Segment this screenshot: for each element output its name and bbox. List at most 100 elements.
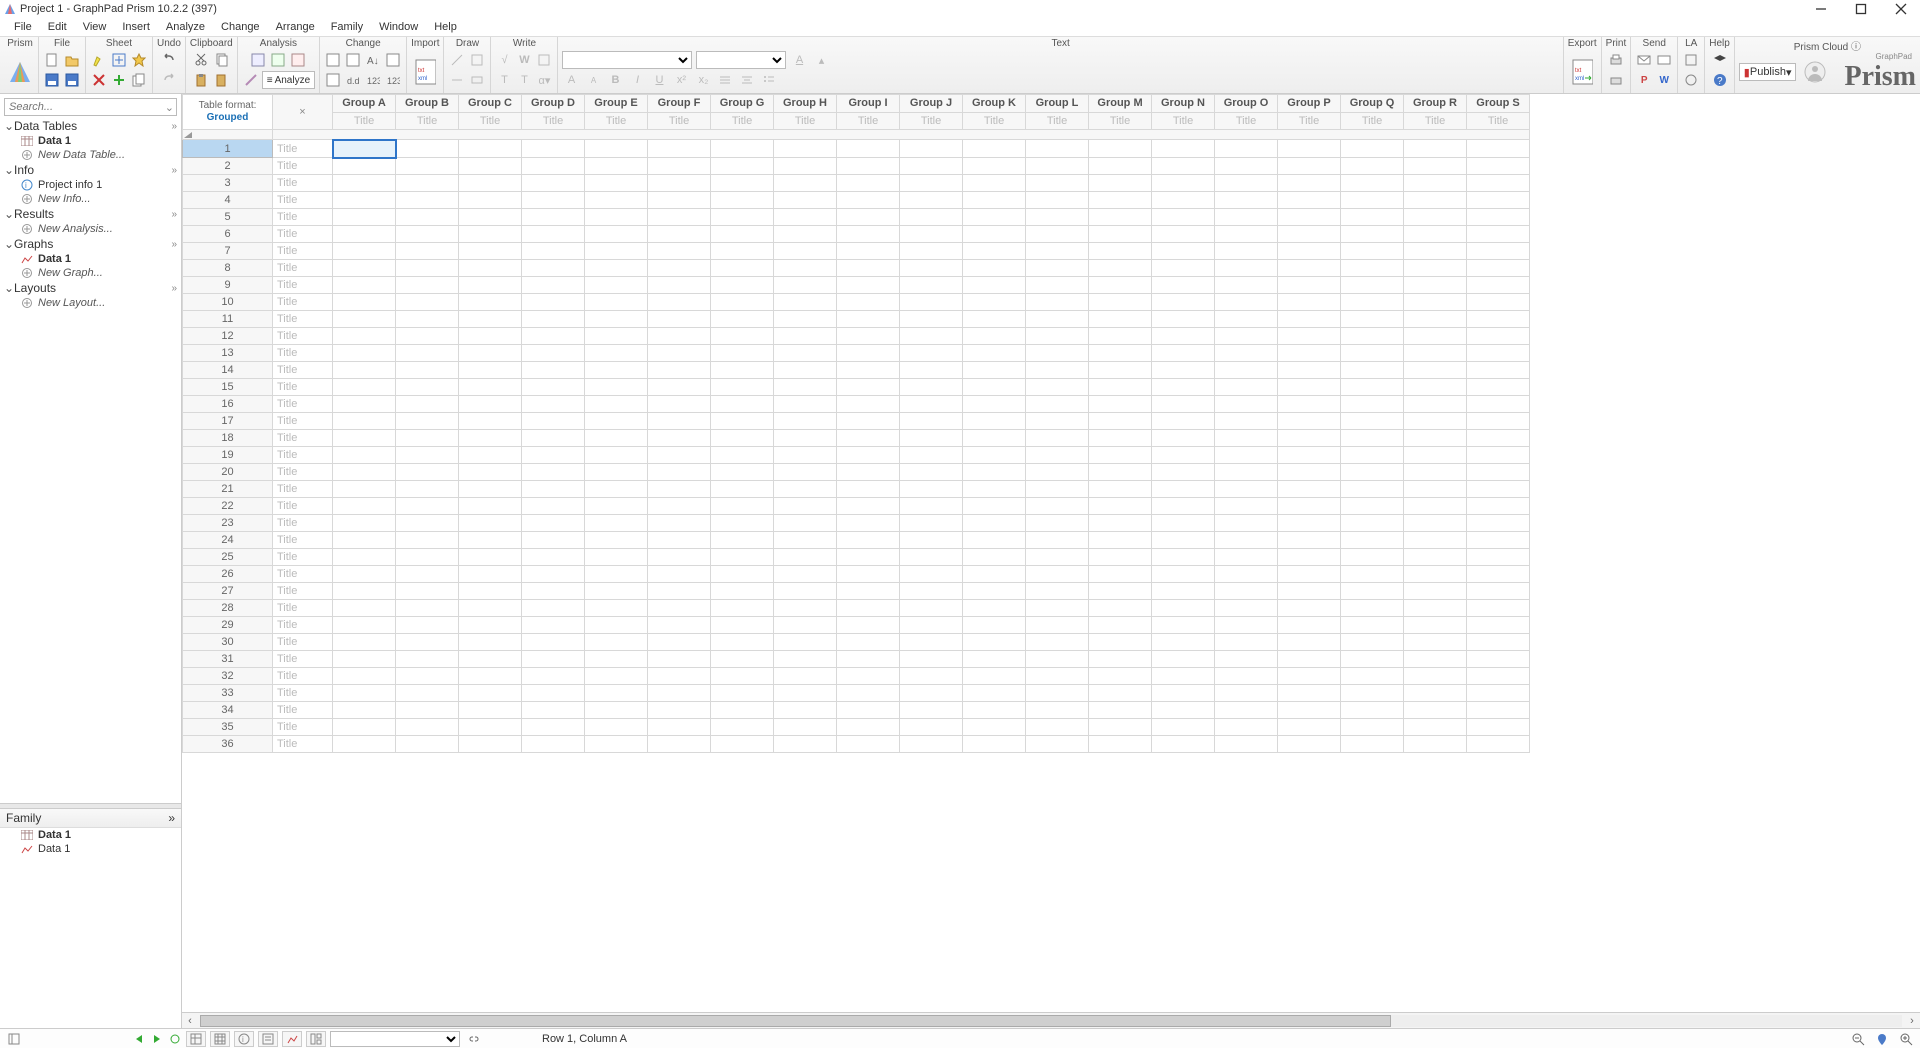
- data-cell[interactable]: [1341, 260, 1404, 277]
- data-cell[interactable]: [396, 481, 459, 498]
- data-cell[interactable]: [1278, 481, 1341, 498]
- data-cell[interactable]: [1152, 140, 1215, 158]
- data-cell[interactable]: [1215, 498, 1278, 515]
- row-title-cell[interactable]: Title: [273, 311, 333, 328]
- data-cell[interactable]: [1467, 430, 1530, 447]
- data-cell[interactable]: [1341, 379, 1404, 396]
- data-cell[interactable]: [837, 685, 900, 702]
- data-cell[interactable]: [711, 311, 774, 328]
- data-cell[interactable]: [774, 447, 837, 464]
- data-cell[interactable]: [585, 396, 648, 413]
- row-title-cell[interactable]: Title: [273, 192, 333, 209]
- superscript-icon[interactable]: x²: [672, 71, 690, 89]
- data-cell[interactable]: [711, 617, 774, 634]
- data-cell[interactable]: [900, 498, 963, 515]
- row-number[interactable]: 28: [183, 600, 273, 617]
- data-cell[interactable]: [1278, 413, 1341, 430]
- data-cell[interactable]: [1026, 243, 1089, 260]
- data-cell[interactable]: [648, 600, 711, 617]
- data-cell[interactable]: [1467, 140, 1530, 158]
- data-cell[interactable]: [900, 158, 963, 175]
- data-cell[interactable]: [648, 345, 711, 362]
- data-cell[interactable]: [1278, 668, 1341, 685]
- decimal-icon[interactable]: 123: [384, 71, 402, 89]
- data-cell[interactable]: [522, 158, 585, 175]
- data-cell[interactable]: [459, 243, 522, 260]
- data-cell[interactable]: [1089, 430, 1152, 447]
- data-cell[interactable]: [837, 175, 900, 192]
- data-cell[interactable]: [585, 702, 648, 719]
- row-title-cell[interactable]: Title: [273, 736, 333, 753]
- title-header[interactable]: Title: [522, 112, 585, 130]
- data-cell[interactable]: [1152, 277, 1215, 294]
- data-cell[interactable]: [1089, 549, 1152, 566]
- send-mail-icon[interactable]: [1635, 51, 1653, 69]
- data-cell[interactable]: [1152, 226, 1215, 243]
- data-cell[interactable]: [837, 447, 900, 464]
- data-cell[interactable]: [1215, 430, 1278, 447]
- row-title-cell[interactable]: Title: [273, 328, 333, 345]
- data-cell[interactable]: [900, 328, 963, 345]
- data-cell[interactable]: [963, 175, 1026, 192]
- la-1-icon[interactable]: [1682, 51, 1700, 69]
- data-cell[interactable]: [774, 260, 837, 277]
- row-number[interactable]: 32: [183, 668, 273, 685]
- row-number[interactable]: 20: [183, 464, 273, 481]
- underline-icon[interactable]: U: [650, 71, 668, 89]
- data-cell[interactable]: [1467, 447, 1530, 464]
- data-cell[interactable]: [522, 736, 585, 753]
- data-cell[interactable]: [333, 634, 396, 651]
- data-cell[interactable]: [1467, 719, 1530, 736]
- data-cell[interactable]: [1215, 260, 1278, 277]
- data-cell[interactable]: [333, 413, 396, 430]
- data-cell[interactable]: [900, 736, 963, 753]
- data-cell[interactable]: [837, 158, 900, 175]
- data-cell[interactable]: [1341, 498, 1404, 515]
- data-cell[interactable]: [396, 498, 459, 515]
- data-cell[interactable]: [1341, 447, 1404, 464]
- data-cell[interactable]: [1467, 566, 1530, 583]
- data-cell[interactable]: [1215, 668, 1278, 685]
- data-cell[interactable]: [522, 498, 585, 515]
- data-cell[interactable]: [1341, 600, 1404, 617]
- title-header[interactable]: Title: [1026, 112, 1089, 130]
- group-header[interactable]: Group M: [1089, 95, 1152, 113]
- group-header[interactable]: Group H: [774, 95, 837, 113]
- data-cell[interactable]: [900, 532, 963, 549]
- row-title-cell[interactable]: Title: [273, 260, 333, 277]
- data-cell[interactable]: [1089, 719, 1152, 736]
- data-cell[interactable]: [774, 430, 837, 447]
- data-cell[interactable]: [1089, 668, 1152, 685]
- row-number[interactable]: 26: [183, 566, 273, 583]
- data-cell[interactable]: [900, 481, 963, 498]
- data-cell[interactable]: [1215, 736, 1278, 753]
- scroll-right-icon[interactable]: ›: [1904, 1015, 1920, 1027]
- data-cell[interactable]: [837, 532, 900, 549]
- data-cell[interactable]: [1467, 413, 1530, 430]
- data-cell[interactable]: [963, 566, 1026, 583]
- data-cell[interactable]: [1341, 668, 1404, 685]
- data-cell[interactable]: [396, 396, 459, 413]
- data-cell[interactable]: [900, 447, 963, 464]
- data-cell[interactable]: [963, 617, 1026, 634]
- data-cell[interactable]: [837, 396, 900, 413]
- data-cell[interactable]: [396, 702, 459, 719]
- search-dropdown-icon[interactable]: ⌄: [165, 101, 174, 114]
- data-cell[interactable]: [1467, 736, 1530, 753]
- group-header[interactable]: Group F: [648, 95, 711, 113]
- data-cell[interactable]: [1341, 736, 1404, 753]
- data-cell[interactable]: [900, 226, 963, 243]
- data-cell[interactable]: [1341, 311, 1404, 328]
- menu-family[interactable]: Family: [323, 19, 371, 35]
- data-cell[interactable]: [459, 277, 522, 294]
- data-cell[interactable]: [1467, 328, 1530, 345]
- data-cell[interactable]: [837, 345, 900, 362]
- data-cell[interactable]: [1089, 209, 1152, 226]
- search-input[interactable]: [7, 100, 165, 114]
- data-cell[interactable]: [1026, 481, 1089, 498]
- send-word-icon[interactable]: W: [1655, 71, 1673, 89]
- title-header[interactable]: Title: [900, 112, 963, 130]
- data-cell[interactable]: [648, 175, 711, 192]
- row-number[interactable]: 18: [183, 430, 273, 447]
- data-cell[interactable]: [396, 651, 459, 668]
